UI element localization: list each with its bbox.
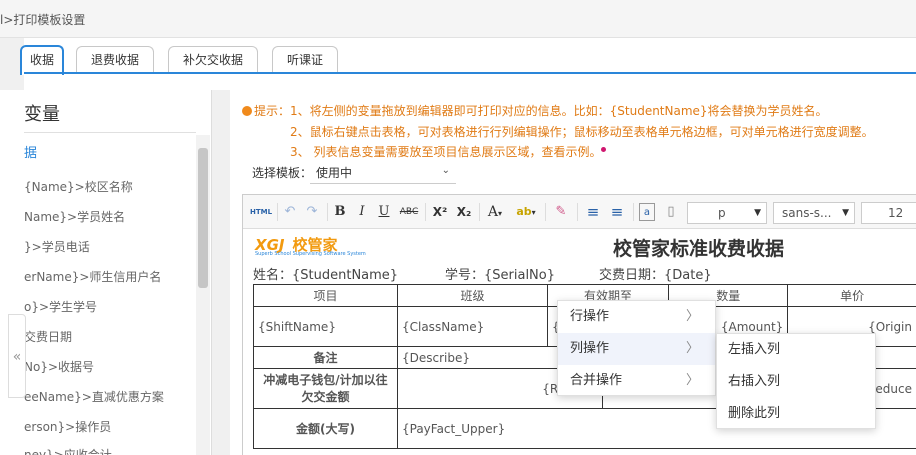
chevron-right-icon: 〉 [685, 309, 699, 324]
pay-date-field: 交费日期：{Date} [599, 268, 712, 283]
unordered-list-icon[interactable]: ≡ [607, 203, 627, 221]
bold-button[interactable]: B [331, 203, 349, 221]
hint-line-2: 2、鼠标右键点击表格，可对表格进行行列编辑操作；鼠标移动至表格单元格边框，可对单… [290, 125, 874, 139]
tabs-bar: 收据 退费收据 补欠交收据 听课证 [20, 38, 916, 75]
page-icon[interactable]: ▯ [663, 203, 679, 221]
info-icon [242, 106, 252, 116]
variable-item[interactable]: 交费日期 [24, 328, 72, 345]
table-cell[interactable]: {ShiftName} [253, 306, 398, 347]
toolbar-separator [633, 203, 634, 221]
ordered-list-icon[interactable]: ≡ [583, 203, 603, 221]
undo-icon[interactable]: ↶ [281, 203, 299, 221]
toolbar-separator [545, 203, 546, 221]
redo-icon[interactable]: ↷ [303, 203, 321, 221]
template-select[interactable]: 使用中 ⌄ [310, 160, 456, 184]
toolbar-separator [327, 203, 328, 221]
variable-item[interactable]: {Name}>校区名称 [24, 178, 133, 195]
insert-column-left[interactable]: 左插入列 [717, 334, 875, 366]
table-header-cell[interactable]: 项目 [253, 284, 398, 307]
serial-no-field: 学号：{SerialNo} [445, 268, 556, 283]
variable-item[interactable]: }>学员电话 [24, 238, 90, 255]
html-source-button[interactable]: HTML [249, 203, 273, 221]
breadcrumb-bar: l>打印模板设置 [0, 0, 916, 38]
chevron-right-icon: 〉 [685, 341, 699, 356]
collapse-panel-button[interactable]: « [8, 314, 26, 398]
font-family-select[interactable]: sans-s... ▼ [773, 202, 855, 224]
variable-item[interactable]: Name}>学员姓名 [24, 208, 125, 225]
template-select-label: 选择模板： [252, 166, 313, 180]
receipt-title: 校管家标准收费收据 [613, 238, 785, 260]
table-cell[interactable]: {ClassName} [396, 306, 548, 347]
tab-receipt[interactable]: 收据 [20, 45, 64, 75]
toolbar-separator [479, 203, 480, 221]
breadcrumb: l>打印模板设置 [0, 13, 86, 27]
table-context-menu: 行操作 〉 列操作 〉 合并操作 〉 [557, 300, 716, 396]
table-header-cell[interactable]: 单价 [787, 284, 916, 307]
underline-button[interactable]: U [375, 203, 393, 221]
context-menu-column-ops[interactable]: 列操作 〉 [558, 333, 715, 365]
variable-panel-title: 变量 [24, 104, 60, 125]
tab-arrears-receipt[interactable]: 补欠交收据 [168, 46, 258, 74]
tabs-underline [24, 72, 916, 74]
toolbar-separator [277, 203, 278, 221]
context-menu-merge-ops[interactable]: 合并操作 〉 [558, 365, 715, 397]
variable-item[interactable]: eeName}>直减优惠方案 [24, 388, 164, 405]
insert-column-right[interactable]: 右插入列 [717, 366, 875, 398]
variable-item[interactable]: ney}>应收合计 [24, 446, 112, 455]
template-icon[interactable]: a [639, 203, 655, 221]
example-link-dot[interactable] [601, 147, 607, 152]
divider [24, 132, 196, 133]
variable-item[interactable]: erName}>师生信用户名 [24, 268, 161, 285]
font-color-button[interactable]: A▾ [483, 203, 507, 221]
variable-section-header[interactable]: 据 [24, 142, 37, 161]
paragraph-select[interactable]: p ▼ [687, 202, 767, 224]
offset-label-cell[interactable]: 冲减电子钱包/计加以往欠交金额 [253, 368, 398, 409]
strikethrough-button[interactable]: ABC [397, 203, 421, 221]
subscript-button[interactable]: X₂ [453, 203, 475, 221]
hint-line-1: 提示：1、将左侧的变量拖放到编辑器即可打印对应的信息。比如：{StudentNa… [242, 102, 828, 119]
double-chevron-left-icon: « [12, 349, 22, 365]
chevron-down-icon: ⌄ [441, 165, 450, 176]
font-size-select[interactable]: 12 [861, 202, 916, 224]
caret-down-icon: ▼ [754, 208, 761, 218]
context-menu-row-ops[interactable]: 行操作 〉 [558, 301, 715, 333]
student-name-field: 姓名：{StudentName} [253, 268, 399, 283]
italic-button[interactable]: I [353, 203, 371, 221]
variable-scrollbar-thumb[interactable] [198, 148, 208, 288]
variable-item[interactable]: No}>收据号 [24, 358, 94, 375]
tab-refund-receipt[interactable]: 退费收据 [76, 46, 154, 74]
eraser-icon[interactable]: ✎ [551, 203, 571, 221]
toolbar-separator [425, 203, 426, 221]
hint-line-3: 3、 列表信息变量需要放至项目信息展示区域，查看示例。 [290, 143, 607, 160]
column-ops-submenu: 左插入列 右插入列 删除此列 [716, 333, 876, 429]
caret-down-icon: ▼ [842, 208, 849, 218]
chevron-right-icon: 〉 [685, 373, 699, 388]
amount-upper-label-cell[interactable]: 金额(大写) [253, 408, 398, 449]
logo: XGJ 校管家 Superb School Supervising Softwar… [255, 236, 366, 257]
table-header-cell[interactable]: 班级 [396, 284, 548, 307]
panel-gap [212, 90, 230, 455]
highlight-color-button[interactable]: ab▾ [511, 203, 541, 221]
tab-attendance-card[interactable]: 听课证 [272, 46, 338, 74]
remark-label-cell[interactable]: 备注 [253, 346, 398, 369]
editor-toolbar: HTML ↶ ↷ B I U ABC X² X₂ A▾ ab▾ ✎ ≡ ≡ a … [243, 195, 916, 229]
variable-item[interactable]: o}>学生学号 [24, 298, 97, 315]
variable-item[interactable]: erson}>操作员 [24, 418, 111, 435]
superscript-button[interactable]: X² [429, 203, 451, 221]
toolbar-separator [577, 203, 578, 221]
delete-column[interactable]: 删除此列 [717, 398, 875, 430]
variable-panel: 变量 据 {Name}>校区名称 Name}>学员姓名 }>学员电话 erNam… [0, 90, 212, 455]
